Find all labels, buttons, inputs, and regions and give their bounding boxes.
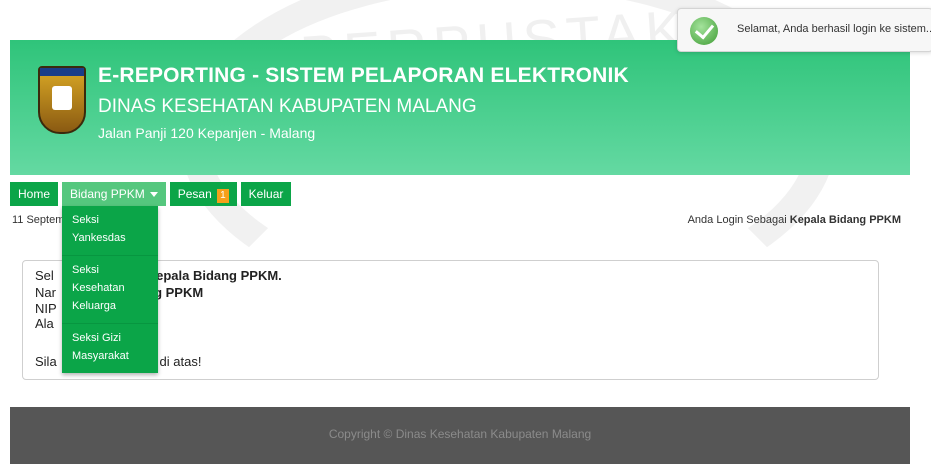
nav-pesan[interactable]: Pesan 1 bbox=[169, 182, 237, 206]
logo-emblem bbox=[52, 86, 72, 110]
nav-keluar[interactable]: Keluar bbox=[240, 182, 292, 206]
chevron-down-icon bbox=[149, 192, 158, 198]
nip-line: NIP bbox=[35, 301, 57, 316]
welcome-role: Kepala Bidang PPKM. bbox=[146, 268, 282, 283]
logo-banner bbox=[40, 68, 84, 76]
site-header: E-REPORTING - SISTEM PELAPORAN ELEKTRONI… bbox=[10, 40, 910, 175]
toast-message: Selamat, Anda berhasil login ke sistem.. bbox=[737, 23, 931, 35]
instruction-prefix: Sila bbox=[35, 354, 57, 369]
login-success-toast[interactable]: Selamat, Anda berhasil login ke sistem.. bbox=[677, 8, 931, 52]
nav-home[interactable]: Home bbox=[10, 182, 59, 206]
checkmark-icon bbox=[690, 17, 718, 45]
site-address: Jalan Panji 120 Kepanjen - Malang bbox=[98, 125, 316, 141]
site-subtitle: DINAS KESEHATAN KABUPATEN MALANG bbox=[98, 96, 477, 117]
message-count-badge: 1 bbox=[217, 189, 229, 203]
menu-item-seksi-kesehatan-keluarga[interactable]: Seksi Kesehatan Keluarga bbox=[62, 256, 158, 324]
bidang-dropdown-menu: Seksi Yankesdas Seksi Kesehatan Keluarga… bbox=[62, 206, 158, 373]
login-prefix: Anda Login Sebagai bbox=[687, 214, 790, 226]
current-date: 11 Septem bbox=[12, 214, 65, 226]
nav-bidang-label: Bidang PPKM bbox=[70, 187, 145, 201]
menu-item-seksi-yankesdas[interactable]: Seksi Yankesdas bbox=[62, 206, 158, 256]
copyright-text: Copyright © Dinas Kesehatan Kabupaten Ma… bbox=[328, 427, 592, 441]
site-title: E-REPORTING - SISTEM PELAPORAN ELEKTRONI… bbox=[98, 64, 629, 87]
menu-item-seksi-gizi-masyarakat[interactable]: Seksi Gizi Masyarakat bbox=[62, 324, 158, 373]
welcome-prefix: Sel bbox=[35, 268, 54, 283]
site-footer: Copyright © Dinas Kesehatan Kabupaten Ma… bbox=[10, 407, 910, 464]
nav-pesan-label: Pesan bbox=[177, 187, 212, 201]
name-prefix: Nar bbox=[35, 285, 56, 300]
nav-bidang-ppkm[interactable]: Bidang PPKM bbox=[62, 182, 166, 206]
main-nav: Home Bidang PPKM Pesan 1 Keluar bbox=[10, 182, 295, 206]
login-role: Kepala Bidang PPKM bbox=[789, 214, 901, 226]
address-line: Ala bbox=[35, 316, 54, 331]
login-info: Anda Login Sebagai Kepala Bidang PPKM bbox=[688, 214, 901, 226]
regency-logo bbox=[38, 66, 86, 134]
